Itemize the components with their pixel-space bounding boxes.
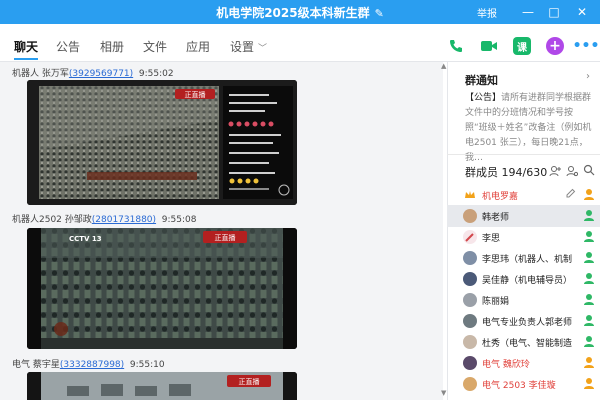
member-name: 电气专业负责人郭老师	[482, 318, 573, 328]
avatar	[463, 230, 477, 244]
avatar	[463, 272, 477, 286]
minimize-button[interactable]: —	[519, 3, 537, 21]
live-badge: 正直播	[185, 90, 206, 99]
notice-body: 请所有进群同学根据群文件中的分班情况和学号按照“班级＋姓名”改备注（例如机电25…	[465, 93, 592, 163]
member-row[interactable]: 李思	[447, 226, 600, 248]
member-name: 李思玮（机器人、机制	[482, 255, 573, 265]
group-name: 机电学院2025级本科新生群	[216, 6, 370, 20]
group-notice-title[interactable]: 群通知	[465, 72, 498, 88]
class-icon[interactable]: 课	[513, 37, 531, 55]
window-title: 机电学院2025级本科新生群 ✎	[0, 4, 600, 21]
tab-files[interactable]: 文件	[143, 38, 167, 55]
tab-settings[interactable]: 设置 ﹀	[230, 38, 267, 55]
parade-livestream-image: 正直播	[27, 80, 297, 205]
sender-name[interactable]: 电气 蔡宇星	[12, 360, 60, 370]
message-header: 电气 蔡宇星(3332887998) 9:55:10	[12, 357, 165, 370]
member-role-icon	[583, 377, 595, 390]
member-row[interactable]: 电气 2503 李佳璇	[447, 373, 600, 395]
member-row[interactable]: 杜秀（电气、智能制造	[447, 331, 600, 353]
member-row[interactable]: 电气专业负责人郭老师	[447, 310, 600, 332]
message-time: 9:55:08	[161, 215, 197, 225]
avatar	[463, 377, 477, 391]
admin-role-icon	[583, 209, 595, 222]
more-icon[interactable]: •••	[573, 37, 600, 55]
member-name: 机电罗嘉	[482, 192, 519, 202]
avatar	[463, 209, 477, 223]
video-icon[interactable]	[480, 37, 498, 55]
avatar	[463, 314, 477, 328]
member-row[interactable]: 陈丽娟	[447, 289, 600, 311]
live-badge: 正直播	[239, 377, 260, 386]
member-row[interactable]: 机电罗嘉	[447, 184, 600, 206]
message-image[interactable]: 正直播	[27, 80, 297, 205]
admin-role-icon	[583, 293, 595, 306]
members-title: 群成员 194/630	[465, 166, 548, 179]
avatar	[463, 335, 477, 349]
parade-vehicles-image: 正直播	[27, 372, 297, 400]
member-row[interactable]: 吴佳静（机电辅导员）	[447, 268, 600, 290]
divider	[447, 154, 600, 155]
close-button[interactable]: ✕	[573, 3, 591, 21]
notice-tag: 【公告】	[465, 93, 502, 103]
owner-role-icon	[583, 188, 595, 201]
tab-album[interactable]: 相册	[100, 38, 124, 55]
member-name: 电气 2503 李佳璇	[482, 381, 556, 391]
title-bar: 机电学院2025级本科新生群 ✎ 举报 — □ ✕	[0, 0, 600, 24]
tab-bar: 聊天 公告 相册 文件 应用 设置 ﹀	[0, 24, 600, 62]
admin-role-icon	[583, 230, 595, 243]
report-link[interactable]: 举报	[477, 5, 497, 20]
member-settings-icon[interactable]	[566, 165, 579, 180]
admin-role-icon	[583, 314, 595, 327]
search-icon[interactable]	[583, 164, 595, 179]
live-badge: 正直播	[215, 233, 236, 242]
member-name: 吴佳静（机电辅导员）	[482, 276, 573, 286]
member-name: 陈丽娟	[482, 297, 510, 307]
message-header: 机器人 张万军(3929569771) 9:55:02	[12, 66, 174, 79]
scroll-up-icon[interactable]: ▲	[441, 62, 446, 70]
message-image[interactable]: 正直播	[27, 372, 297, 400]
message-image[interactable]: CCTV 13 正直播	[27, 228, 297, 349]
invite-member-icon[interactable]	[549, 165, 561, 180]
edit-icon[interactable]	[565, 188, 577, 201]
admin-role-icon	[583, 335, 595, 348]
sender-name[interactable]: 机器人2502 孙邹政	[12, 215, 92, 225]
member-name: 杜秀（电气、智能制造	[482, 339, 573, 349]
member-name: 韩老师	[482, 213, 510, 223]
chevron-right-icon[interactable]: ›	[586, 71, 590, 82]
member-row[interactable]: 韩老师	[447, 205, 600, 227]
chevron-down-icon: ﹀	[258, 44, 268, 54]
sender-uid[interactable]: (3929569771)	[69, 69, 133, 79]
sender-name[interactable]: 机器人 张万军	[12, 69, 69, 79]
avatar	[463, 293, 477, 307]
admin-role-icon	[583, 272, 595, 285]
member-role-icon	[583, 356, 595, 369]
scroll-down-icon[interactable]: ▼	[441, 389, 446, 397]
tab-apps[interactable]: 应用	[186, 38, 210, 55]
member-row[interactable]: 李思玮（机器人、机制	[447, 247, 600, 269]
channel-logo: CCTV 13	[69, 235, 102, 243]
cctv-parade-image: CCTV 13 正直播	[27, 228, 297, 349]
tab-settings-label: 设置	[230, 40, 255, 54]
member-name: 电气 魏欣玲	[482, 360, 530, 370]
message-time: 9:55:02	[138, 69, 174, 79]
edit-icon[interactable]: ✎	[375, 7, 384, 20]
sender-uid[interactable]: (3332887998)	[60, 360, 124, 370]
admin-role-icon	[583, 251, 595, 264]
tab-chat[interactable]: 聊天	[14, 38, 38, 55]
avatar	[463, 251, 477, 265]
tab-announcements[interactable]: 公告	[56, 38, 80, 55]
member-name: 李思	[482, 234, 501, 244]
add-icon[interactable]: +	[546, 37, 564, 55]
message-header: 机器人2502 孙邹政(2801731880) 9:55:08	[12, 212, 197, 225]
avatar	[463, 356, 477, 370]
active-tab-indicator	[14, 58, 38, 60]
message-time: 9:55:10	[129, 360, 165, 370]
maximize-button[interactable]: □	[545, 3, 563, 21]
crown-icon	[463, 188, 477, 202]
sender-uid[interactable]: (2801731880)	[92, 215, 156, 225]
phone-icon[interactable]	[447, 37, 465, 55]
member-row[interactable]: 电气 魏欣玲	[447, 352, 600, 374]
